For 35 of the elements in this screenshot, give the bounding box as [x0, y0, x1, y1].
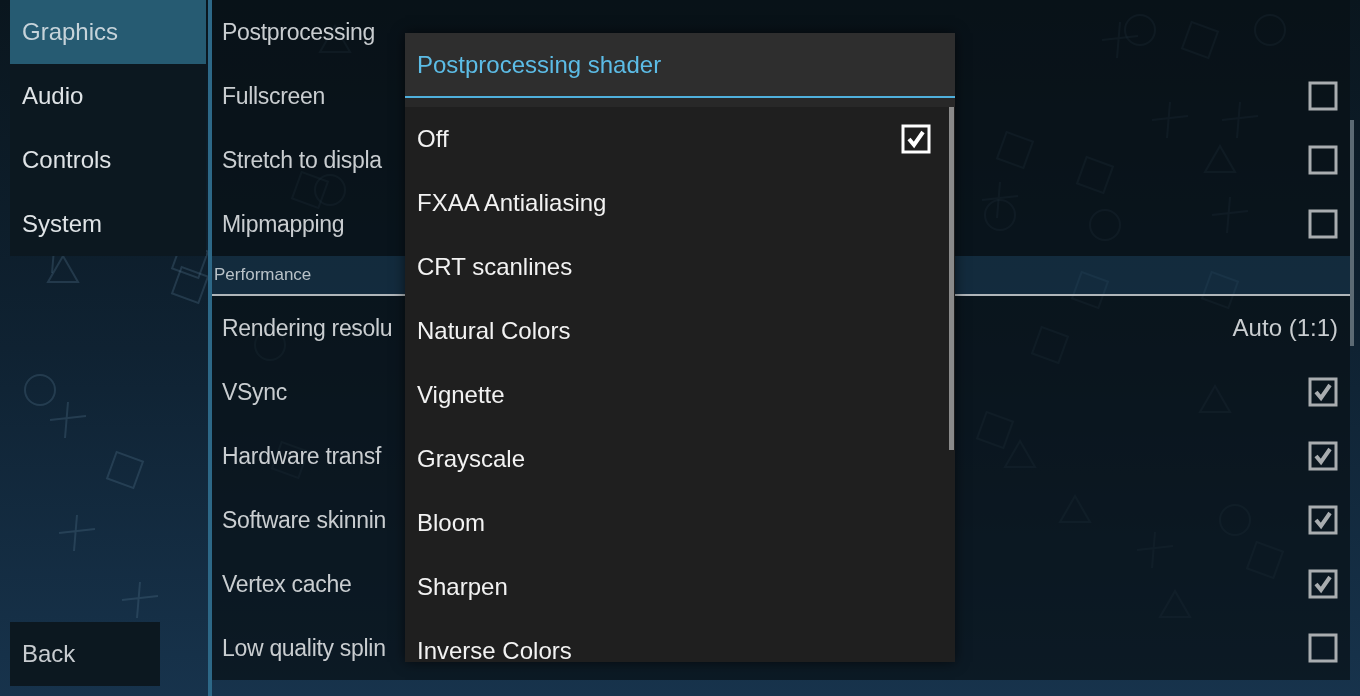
back-button[interactable]: Back	[10, 622, 160, 686]
setting-label[interactable]: Software skinnin	[222, 506, 386, 534]
setting-label[interactable]: VSync	[222, 378, 287, 406]
shader-option[interactable]: FXAA Antialiasing	[405, 171, 955, 235]
shader-option[interactable]: Inverse Colors	[405, 619, 955, 662]
checkbox[interactable]	[1308, 505, 1338, 535]
scrollbar-thumb[interactable]	[949, 107, 954, 450]
setting-label[interactable]: Stretch to displa	[222, 146, 382, 174]
scrollbar-thumb[interactable]	[1350, 120, 1354, 346]
shader-option[interactable]: Natural Colors	[405, 299, 955, 363]
checkbox[interactable]	[1308, 377, 1338, 407]
sidebar-tab[interactable]: Controls	[10, 128, 206, 192]
checkbox[interactable]	[1308, 209, 1338, 239]
checkbox[interactable]	[1308, 81, 1338, 111]
dialog-title: Postprocessing shader	[405, 33, 955, 98]
checkbox[interactable]	[1308, 441, 1338, 471]
shader-option[interactable]: Sharpen	[405, 555, 955, 619]
checkbox[interactable]	[1308, 633, 1338, 663]
sidebar-tab[interactable]: Graphics	[10, 0, 206, 64]
setting-label[interactable]: Rendering resolu	[222, 314, 393, 342]
shader-option[interactable]: Off	[405, 107, 955, 171]
shader-option[interactable]: Grayscale	[405, 427, 955, 491]
setting-label[interactable]: Vertex cache	[222, 570, 352, 598]
setting-label[interactable]: Fullscreen	[222, 82, 326, 110]
setting-label[interactable]: Mipmapping	[222, 210, 345, 238]
check-icon[interactable]	[901, 124, 931, 154]
checkbox[interactable]	[1308, 145, 1338, 175]
setting-label[interactable]: Hardware transf	[222, 442, 382, 470]
setting-value: Auto (1:1)	[1232, 314, 1338, 342]
setting-label[interactable]: Low quality splin	[222, 634, 386, 662]
shader-option[interactable]: Vignette	[405, 363, 955, 427]
sidebar-tab[interactable]: System	[10, 192, 206, 256]
checkbox[interactable]	[1308, 569, 1338, 599]
setting-label[interactable]: Postprocessing	[222, 18, 376, 46]
shader-option[interactable]: Bloom	[405, 491, 955, 555]
